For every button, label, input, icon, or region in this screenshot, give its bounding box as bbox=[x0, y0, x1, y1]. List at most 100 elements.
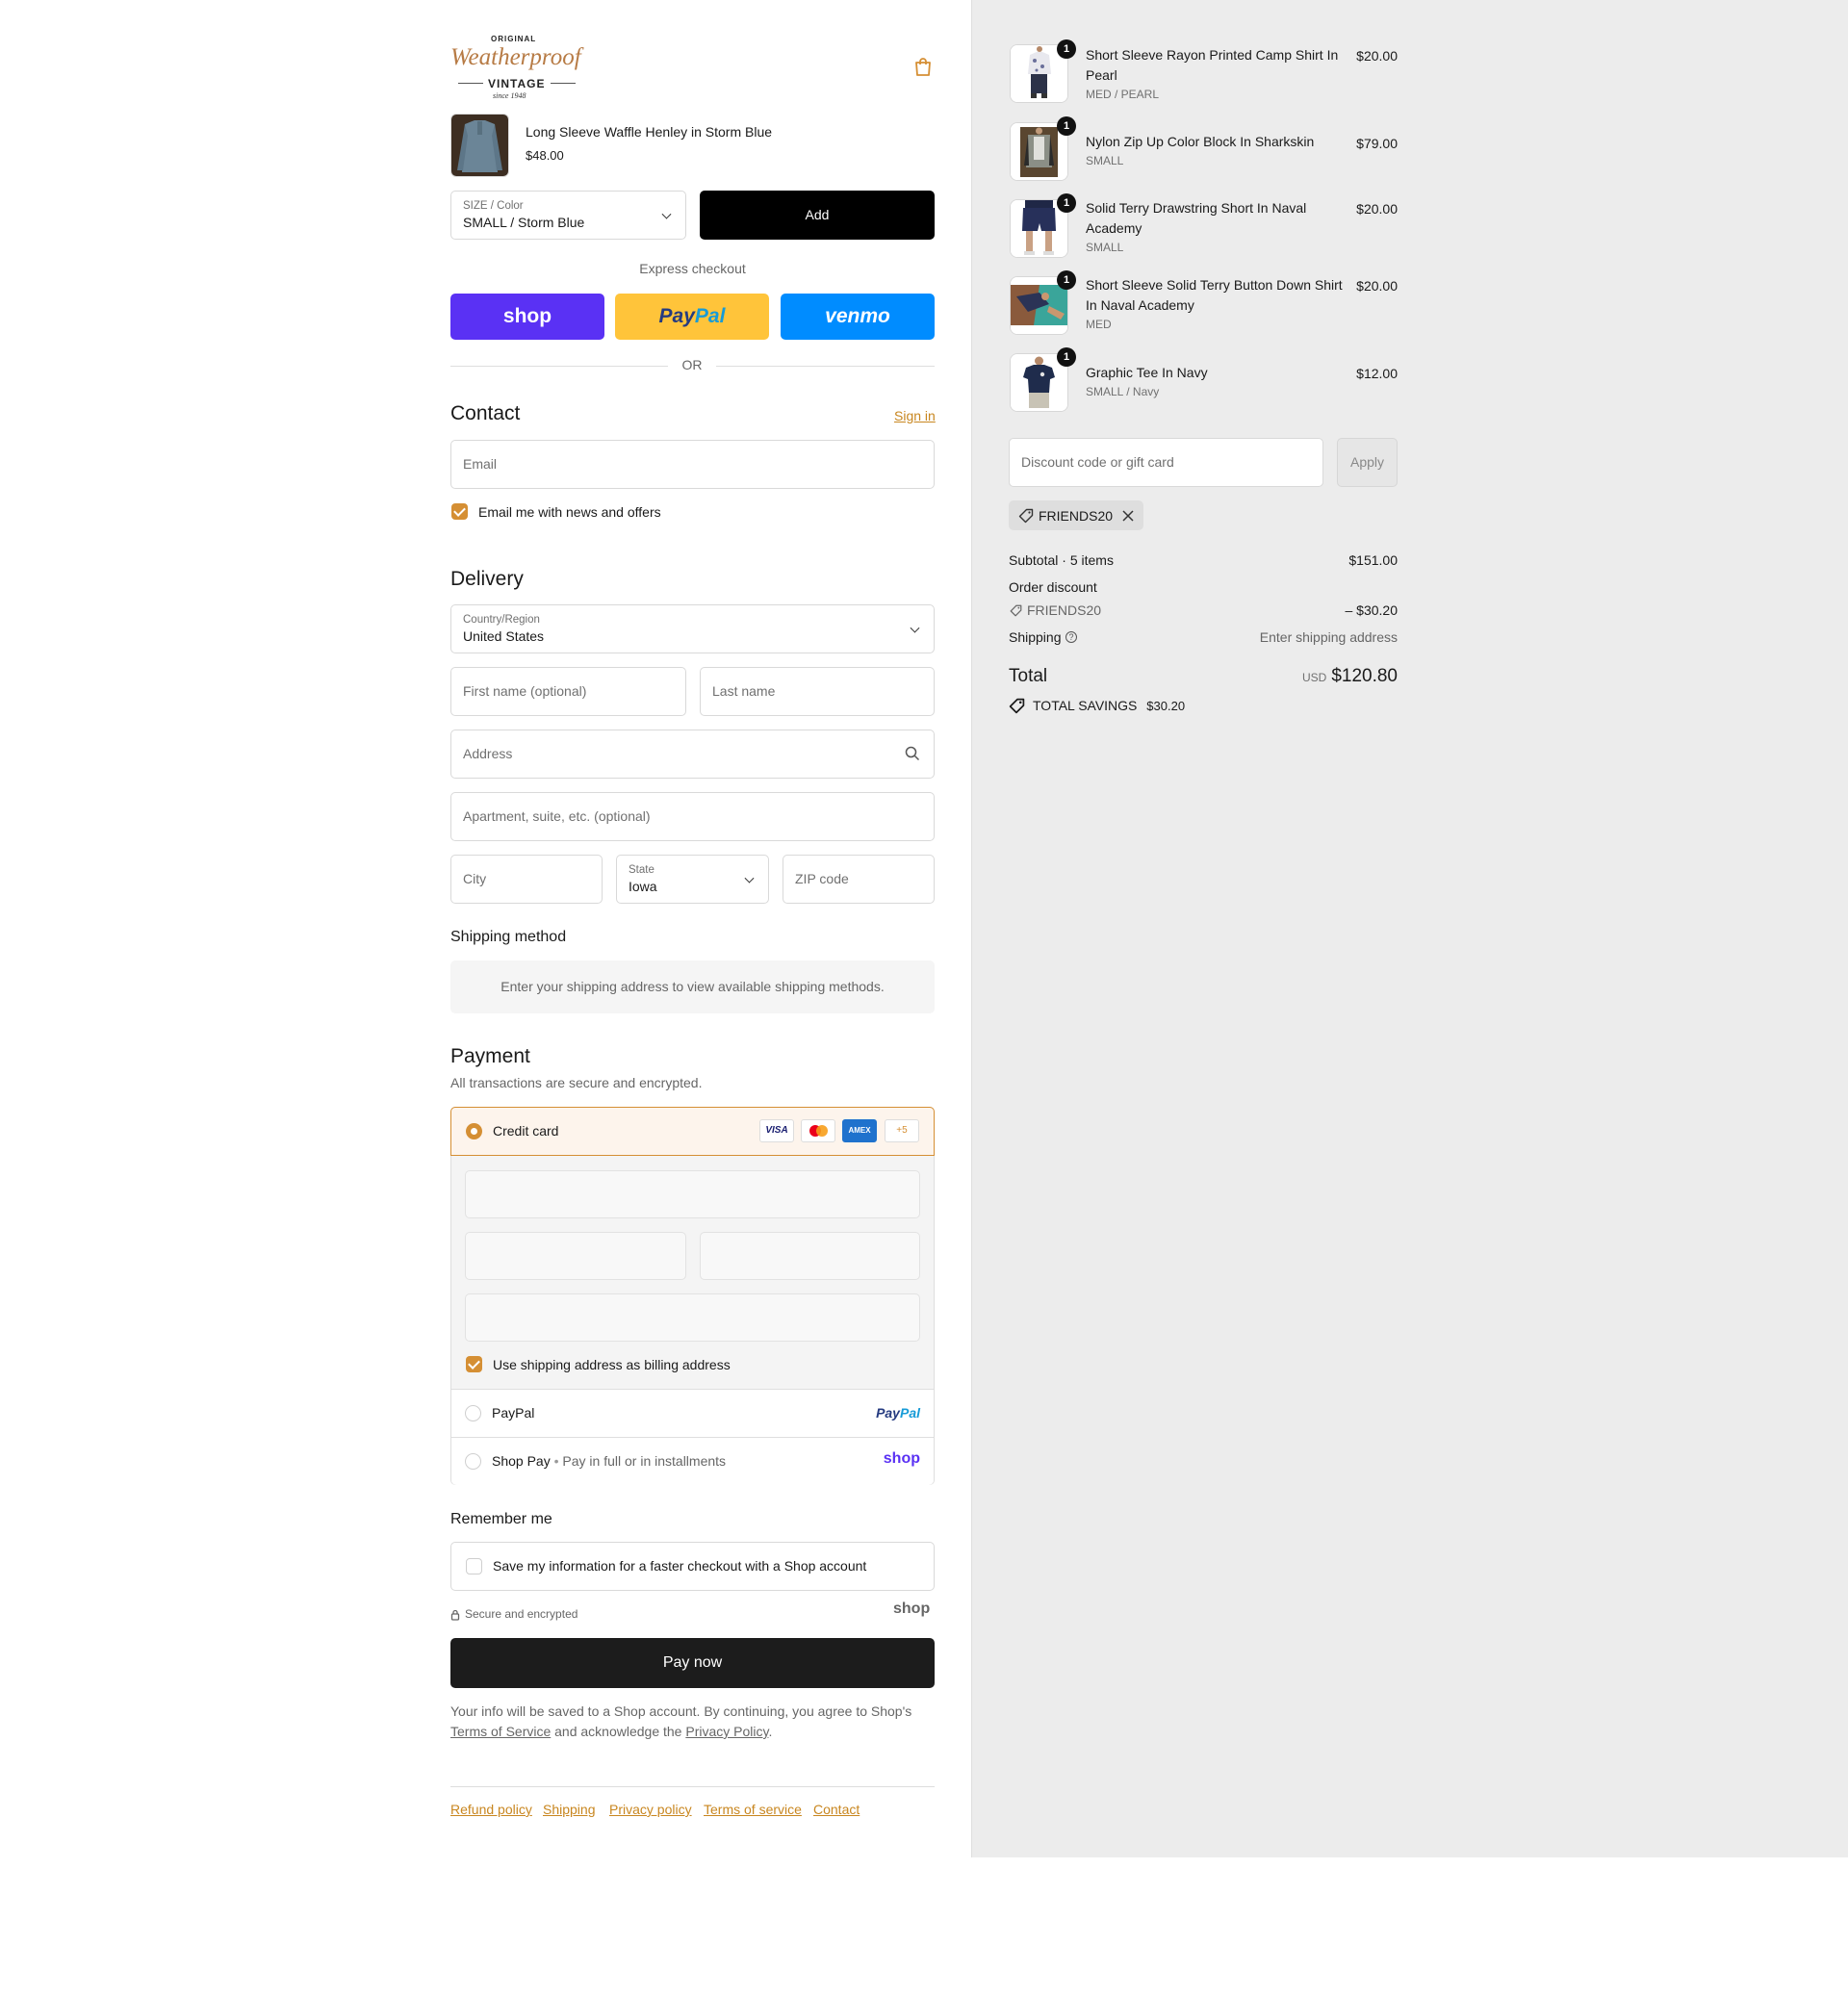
paypal-express-button[interactable]: PayPal bbox=[615, 294, 769, 340]
apply-discount-button[interactable]: Apply bbox=[1337, 438, 1398, 487]
discount-code-input[interactable]: Discount code or gift card bbox=[1009, 438, 1323, 487]
cart-item-name: Graphic Tee In Navy bbox=[1086, 365, 1208, 380]
save-info-checkbox[interactable] bbox=[466, 1558, 482, 1575]
venmo-logo-text: venmo bbox=[825, 305, 890, 327]
or-divider-right bbox=[716, 366, 935, 367]
visa-icon: VISA bbox=[759, 1119, 794, 1142]
billing-address-label: Use shipping address as billing address bbox=[493, 1357, 731, 1372]
shipping-value: Enter shipping address bbox=[1259, 629, 1398, 645]
paypal-option[interactable]: PayPal PayPal bbox=[451, 1389, 934, 1438]
order-discount-value: – $30.20 bbox=[1345, 602, 1399, 618]
sign-in-link[interactable]: Sign in bbox=[894, 408, 936, 423]
shipping-method-heading: Shipping method bbox=[450, 929, 567, 945]
paypal-option-logo: PayPal bbox=[876, 1405, 920, 1421]
cart-item-variant: SMALL bbox=[1086, 241, 1124, 254]
country-select[interactable]: Country/Region United States bbox=[450, 604, 935, 653]
store-logo[interactable]: ORIGINAL Weatherproof VINTAGE since 1948 bbox=[450, 33, 581, 102]
shop-pay-option[interactable]: Shop Pay • Pay in full or in installment… bbox=[451, 1437, 934, 1485]
first-name-placeholder: First name (optional) bbox=[463, 683, 587, 699]
card-security-code-field[interactable] bbox=[700, 1232, 920, 1280]
cart-item-price: $79.00 bbox=[1356, 136, 1398, 151]
refund-policy-link[interactable]: Refund policy bbox=[450, 1802, 532, 1817]
pay-now-button[interactable]: Pay now bbox=[450, 1638, 935, 1688]
chevron-down-icon bbox=[661, 209, 672, 219]
shop-pay-express-button[interactable]: shop bbox=[450, 294, 604, 340]
logo-original-text: ORIGINAL bbox=[491, 35, 537, 43]
venmo-express-button[interactable]: venmo bbox=[781, 294, 935, 340]
upsell-variant-value: SMALL / Storm Blue bbox=[463, 215, 585, 230]
apartment-field[interactable]: Apartment, suite, etc. (optional) bbox=[450, 792, 935, 841]
credit-card-radio[interactable] bbox=[466, 1123, 482, 1139]
city-placeholder: City bbox=[463, 871, 487, 886]
paypal-radio[interactable] bbox=[465, 1405, 481, 1421]
email-news-checkbox[interactable] bbox=[451, 503, 468, 520]
tag-icon bbox=[1018, 508, 1034, 528]
cart-item-variant: MED / PEARL bbox=[1086, 88, 1160, 101]
total-currency: USD bbox=[1301, 671, 1327, 684]
apartment-placeholder: Apartment, suite, etc. (optional) bbox=[463, 808, 651, 824]
card-name-field[interactable] bbox=[465, 1293, 920, 1342]
apply-label: Apply bbox=[1349, 454, 1385, 470]
shipping-help-icon[interactable]: ? bbox=[1065, 631, 1077, 643]
card-expiry-field[interactable] bbox=[465, 1232, 686, 1280]
amex-text: AMEX bbox=[848, 1126, 871, 1135]
zip-placeholder: ZIP code bbox=[795, 871, 849, 886]
logo-vintage-text: VINTAGE bbox=[488, 77, 546, 90]
last-name-placeholder: Last name bbox=[712, 683, 776, 699]
cart-item-name: Short Sleeve Solid Terry Button Down Shi… bbox=[1086, 277, 1343, 313]
payment-heading: Payment bbox=[450, 1045, 530, 1067]
remember-me-box[interactable]: Save my information for a faster checkou… bbox=[450, 1542, 935, 1591]
address-field[interactable]: Address bbox=[450, 730, 935, 779]
terms-of-service-footer-link[interactable]: Terms of service bbox=[704, 1802, 802, 1817]
or-divider-left bbox=[450, 366, 668, 367]
contact-link[interactable]: Contact bbox=[813, 1802, 860, 1817]
cart-item-quantity-badge: 1 bbox=[1057, 193, 1076, 213]
upsell-add-button[interactable]: Add bbox=[700, 191, 935, 240]
total-savings-label: TOTAL SAVINGS bbox=[1033, 698, 1138, 713]
email-field[interactable]: Email bbox=[450, 440, 935, 489]
legal-text-2: and acknowledge the bbox=[554, 1724, 682, 1739]
state-select[interactable]: State Iowa bbox=[616, 855, 769, 904]
cart-item-name: Solid Terry Drawstring Short In Naval Ac… bbox=[1086, 200, 1307, 236]
shipping-policy-link[interactable]: Shipping bbox=[543, 1802, 596, 1817]
cart-item-variant: SMALL / Navy bbox=[1086, 385, 1160, 398]
cart-item-name: Nylon Zip Up Color Block In Sharkskin bbox=[1086, 134, 1315, 149]
search-icon bbox=[905, 746, 920, 766]
logo-script-text: Weatherproof bbox=[450, 44, 581, 70]
card-number-field[interactable] bbox=[465, 1170, 920, 1218]
remove-discount-close-icon[interactable] bbox=[1122, 509, 1134, 526]
legal-text-1: Your info will be saved to a Shop accoun… bbox=[450, 1703, 912, 1719]
privacy-policy-footer-link[interactable]: Privacy policy bbox=[609, 1802, 692, 1817]
email-news-label: Email me with news and offers bbox=[478, 504, 661, 520]
footer-divider bbox=[450, 1786, 935, 1787]
paypal-logo-pay: Pay bbox=[658, 305, 695, 327]
cart-item-price: $12.00 bbox=[1356, 366, 1398, 381]
logo-ornament-right bbox=[551, 83, 576, 86]
contact-heading: Contact bbox=[450, 402, 521, 424]
cart-item-price: $20.00 bbox=[1356, 278, 1398, 294]
email-placeholder: Email bbox=[463, 456, 498, 472]
billing-address-checkbox[interactable] bbox=[466, 1356, 482, 1372]
zip-field[interactable]: ZIP code bbox=[783, 855, 935, 904]
chevron-down-icon bbox=[744, 873, 755, 883]
last-name-field[interactable]: Last name bbox=[700, 667, 935, 716]
shipping-method-message: Enter your shipping address to view avai… bbox=[500, 979, 885, 994]
cart-bag-icon[interactable] bbox=[914, 57, 932, 76]
total-savings: TOTAL SAVINGS $30.20 bbox=[1033, 698, 1185, 713]
first-name-field[interactable]: First name (optional) bbox=[450, 667, 686, 716]
paypal-logo-pay: Pay bbox=[876, 1405, 900, 1421]
legal-end: . bbox=[768, 1724, 773, 1739]
privacy-policy-link[interactable]: Privacy Policy bbox=[685, 1724, 768, 1739]
payment-subtitle: All transactions are secure and encrypte… bbox=[450, 1075, 703, 1090]
country-value: United States bbox=[463, 628, 545, 644]
amex-icon: AMEX bbox=[842, 1119, 877, 1142]
upsell-variant-select[interactable]: SIZE / Color SMALL / Storm Blue bbox=[450, 191, 686, 240]
save-info-label: Save my information for a faster checkou… bbox=[493, 1558, 867, 1574]
total-label: Total bbox=[1009, 666, 1048, 686]
terms-of-service-link[interactable]: Terms of Service bbox=[450, 1724, 551, 1739]
chevron-down-icon bbox=[910, 623, 920, 633]
cart-item-quantity-badge: 1 bbox=[1057, 347, 1076, 367]
city-field[interactable]: City bbox=[450, 855, 603, 904]
shop-pay-radio[interactable] bbox=[465, 1453, 481, 1470]
legal-notice: Your info will be saved to a Shop accoun… bbox=[450, 1702, 935, 1742]
